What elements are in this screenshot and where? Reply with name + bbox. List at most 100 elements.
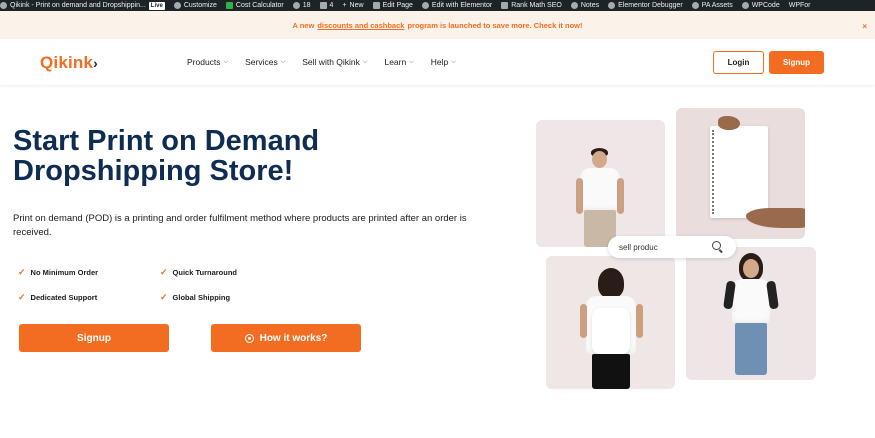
arm-shape <box>580 304 587 338</box>
feature-item: ✓ No Minimum Order <box>18 266 160 278</box>
adminbar-elementor-debugger[interactable]: Elementor Debugger <box>608 0 683 11</box>
adminbar-rank-math[interactable]: Rank Math SEO <box>501 0 562 11</box>
adminbar-new[interactable]: + New <box>342 0 363 11</box>
adminbar-new-label: New <box>349 2 364 9</box>
arm-shape <box>576 178 583 214</box>
adminbar-edit-elementor[interactable]: Edit with Elementor <box>421 0 492 11</box>
hero-signup-button[interactable]: Signup <box>19 324 169 352</box>
pencil-icon <box>372 2 380 9</box>
head-shape <box>592 151 607 168</box>
head-shape <box>743 259 759 278</box>
gear-icon <box>691 2 699 9</box>
hand-shape <box>746 208 805 228</box>
adminbar-elementor-debugger-label: Elementor Debugger <box>618 2 683 9</box>
jeans-shape <box>735 323 767 375</box>
notes-icon <box>570 2 578 9</box>
feature-item: ✓ Global Shipping <box>160 291 302 303</box>
chevron-down-icon: ⌵ <box>280 58 286 65</box>
nav-products[interactable]: Products ⌵ <box>187 57 228 67</box>
checkmark-icon: ✓ <box>18 291 26 302</box>
woman-backpack-image <box>546 256 675 389</box>
adminbar-updates-count: 18 <box>302 2 311 9</box>
feature-label: Dedicated Support <box>30 292 98 302</box>
adminbar-comments[interactable]: 4 <box>319 0 334 11</box>
chevron-down-icon: ⌵ <box>223 58 229 65</box>
announcement-suffix: program is launched to save more. Check … <box>407 20 583 30</box>
adminbar-site[interactable]: Qikink - Print on demand and Dropshippin… <box>0 0 165 11</box>
arm-shape <box>636 304 643 338</box>
nav-help-label: Help <box>430 57 449 67</box>
adminbar-customize-label: Customize <box>183 2 217 9</box>
elementor-icon <box>421 2 429 9</box>
tshirt-shape <box>580 168 620 210</box>
code-icon <box>741 2 749 9</box>
adminbar-customize[interactable]: Customize <box>173 0 217 11</box>
spiral-binding <box>712 130 716 214</box>
brush-icon <box>173 2 181 9</box>
logo-text: Qikink <box>40 53 94 72</box>
backpack-shape <box>592 308 630 354</box>
adminbar-wpcode-label: WPCode <box>751 2 780 9</box>
nav-products-label: Products <box>187 57 221 67</box>
feature-item: ✓ Dedicated Support <box>18 291 160 303</box>
search-input-text: sell produc <box>619 242 658 252</box>
rank-math-icon <box>501 2 509 9</box>
nav-help[interactable]: Help ⌵ <box>431 57 456 67</box>
feature-list: ✓ No Minimum Order ✓ Quick Turnaround ✓ Ded… <box>18 266 318 303</box>
calculator-icon <box>225 2 233 9</box>
hero-title: Start Print on Demand Dropshipping Store… <box>13 125 320 187</box>
wp-admin-bar: Qikink - Print on demand and Dropshippin… <box>0 0 875 11</box>
adminbar-updates[interactable]: 18 <box>292 0 311 11</box>
how-it-works-button[interactable]: How it works? <box>211 324 361 352</box>
plus-icon: + <box>342 2 347 9</box>
search-icon <box>712 241 724 253</box>
nav-services-label: Services <box>245 57 278 67</box>
checkmark-icon: ✓ <box>18 266 26 277</box>
debugger-icon <box>608 2 616 9</box>
main-nav: Products ⌵ Services ⌵ Sell with Qikink ⌵ Le… <box>187 57 473 67</box>
updates-icon <box>292 2 300 9</box>
adminbar-wpforms[interactable]: WPFor <box>789 0 811 11</box>
announcement-link[interactable]: discounts and cashback <box>317 21 404 30</box>
login-button[interactable]: Login <box>713 51 764 74</box>
adminbar-edit-page[interactable]: Edit Page <box>372 0 413 11</box>
comment-icon <box>319 2 327 9</box>
chevron-down-icon: ⌵ <box>451 58 456 65</box>
notebook-shape <box>710 126 768 218</box>
how-it-works-label: How it works? <box>259 332 328 344</box>
nav-learn-label: Learn <box>384 57 407 67</box>
nav-learn[interactable]: Learn ⌵ <box>384 57 413 67</box>
adminbar-pa-assets[interactable]: PA Assets <box>691 0 733 11</box>
site-header: Qikink› Products ⌵ Services ⌵ Sell with Qi… <box>0 39 875 85</box>
header-signup-button[interactable]: Signup <box>769 51 824 74</box>
logo-mark: › <box>93 55 99 71</box>
announcement-bar: A new discounts and cashback program is … <box>0 11 875 39</box>
feature-label: Quick Turnaround <box>172 267 237 277</box>
adminbar-pa-assets-label: PA Assets <box>701 2 733 9</box>
feature-item: ✓ Quick Turnaround <box>160 266 302 278</box>
woman-raglan-image <box>686 247 816 380</box>
checkmark-icon: ✓ <box>160 291 168 302</box>
notebook-image <box>676 108 805 239</box>
man-tshirt-image <box>536 120 665 247</box>
close-icon[interactable]: × <box>862 22 867 31</box>
adminbar-notes[interactable]: Notes <box>570 0 599 11</box>
chevron-down-icon: ⌵ <box>409 58 414 65</box>
nav-services[interactable]: Services ⌵ <box>245 57 285 67</box>
feature-label: Global Shipping <box>172 292 231 302</box>
nav-sell-with-qikink[interactable]: Sell with Qikink ⌵ <box>302 57 367 67</box>
adminbar-cost-calculator[interactable]: Cost Calculator <box>225 0 284 11</box>
play-circle-icon <box>244 333 254 343</box>
search-bar[interactable]: sell produc <box>608 236 736 258</box>
checkmark-icon: ✓ <box>160 266 168 277</box>
adminbar-wpcode[interactable]: WPCode <box>741 0 780 11</box>
adminbar-wpforms-label: WPFor <box>788 2 811 9</box>
chevron-down-icon: ⌵ <box>362 58 368 65</box>
site-home-icon <box>0 2 7 9</box>
adminbar-comments-count: 4 <box>329 2 334 9</box>
live-badge: Live <box>148 1 165 10</box>
qikink-logo[interactable]: Qikink› <box>40 53 98 73</box>
hair-shape <box>598 268 624 298</box>
adminbar-site-label: Qikink - Print on demand and Dropshippin… <box>10 2 146 9</box>
tshirt-shape <box>732 279 770 323</box>
